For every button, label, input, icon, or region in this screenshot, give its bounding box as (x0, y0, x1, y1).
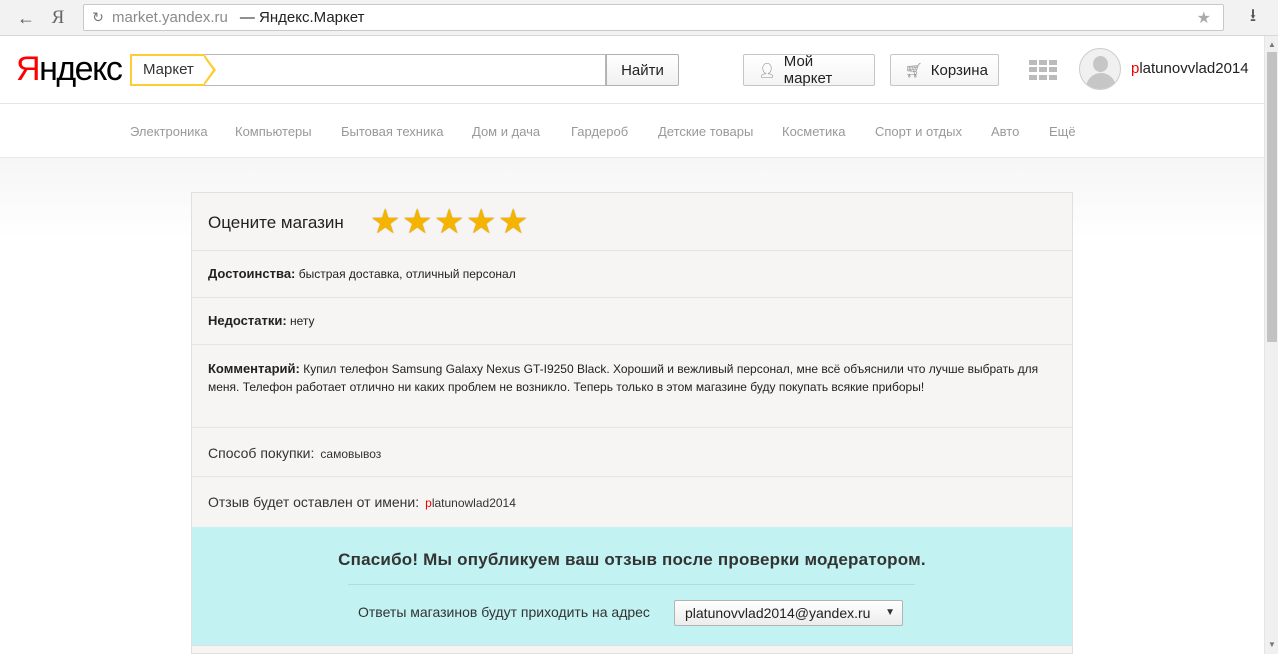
logo-rest: ндекс (39, 50, 123, 88)
pros-row: Достоинства: быстрая доставка, отличный … (192, 251, 1072, 298)
author-row: Отзыв будет оставлен от имени: platunowla… (192, 477, 1072, 527)
purchase-method-row: Способ покупки: самовывоз (192, 428, 1072, 477)
category-link-more[interactable]: Ещё (1049, 124, 1076, 139)
scroll-up-icon[interactable]: ▲ (1268, 40, 1276, 49)
logo-first-letter: Я (16, 50, 41, 88)
user-icon: 👤︎ (758, 61, 776, 78)
search-button[interactable]: Найти (606, 54, 679, 86)
bookmark-star-icon[interactable]: ★ (1197, 8, 1211, 28)
category-link[interactable]: Авто (991, 124, 1019, 139)
browser-toolbar: ← Я ↻ market.yandex.ru — Яндекс.Маркет ★… (0, 0, 1278, 36)
method-value: самовывоз (320, 447, 382, 461)
category-link[interactable]: Бытовая техника (341, 124, 443, 139)
star-icon[interactable]: ★ (466, 205, 498, 239)
cons-value: нету (290, 314, 315, 328)
reply-address-label: Ответы магазинов будут приходить на адре… (358, 604, 650, 620)
address-bar[interactable]: ↻ market.yandex.ru — Яндекс.Маркет ★ (83, 4, 1224, 31)
yandex-home-button[interactable]: Я (46, 6, 70, 30)
reload-icon[interactable]: ↻ (88, 9, 108, 26)
cart-button[interactable]: 🛒︎ Корзина (890, 54, 999, 86)
cart-label: Корзина (930, 61, 988, 79)
star-icon[interactable]: ★ (402, 205, 434, 239)
category-link[interactable]: Компьютеры (235, 124, 312, 139)
category-nav: Электроника Компьютеры Бытовая техника Д… (0, 104, 1264, 158)
star-icon[interactable]: ★ (434, 205, 466, 239)
page-title: — Яндекс.Маркет (239, 9, 365, 26)
scrollbar-thumb[interactable] (1267, 52, 1277, 342)
rating-row: Оцените магазин ★ ★ ★ ★ ★ (192, 193, 1072, 251)
comment-value: Купил телефон Samsung Galaxy Nexus GT-I9… (208, 362, 1039, 394)
thanks-panel: Спасибо! Мы опубликуем ваш отзыв после п… (192, 527, 1072, 645)
thanks-message: Спасибо! Мы опубликуем ваш отзыв после п… (338, 550, 926, 569)
rating-stars[interactable]: ★ ★ ★ ★ ★ (370, 205, 530, 239)
my-market-label: Мой маркет (783, 53, 833, 87)
category-link[interactable]: Детские товары (658, 124, 753, 139)
comment-label: Комментарий: (208, 361, 300, 376)
avatar[interactable] (1079, 48, 1121, 90)
author-name: platunowlad2014 (425, 496, 516, 510)
search-service-tag[interactable]: Маркет (130, 54, 216, 86)
yandex-logo[interactable]: Яндекс (16, 50, 123, 88)
category-link[interactable]: Электроника (130, 124, 208, 139)
pros-label: Достоинства: (208, 266, 296, 281)
method-label: Способ покупки: (208, 445, 315, 461)
search-form: Маркет Найти (130, 54, 679, 86)
scroll-down-icon[interactable]: ▼ (1268, 640, 1276, 649)
category-link[interactable]: Спорт и отдых (875, 124, 962, 139)
star-icon[interactable]: ★ (498, 205, 530, 239)
site-header: Яндекс Маркет Найти 👤︎ Мой маркет 🛒︎ Кор… (0, 36, 1264, 104)
category-link[interactable]: Гардероб (571, 124, 628, 139)
cons-row: Недостатки: нету (192, 298, 1072, 345)
star-icon[interactable]: ★ (370, 205, 402, 239)
rating-title: Оцените магазин (208, 213, 344, 232)
url-host: market.yandex.ru (112, 9, 228, 26)
grid-icon[interactable] (1029, 60, 1057, 80)
my-market-button[interactable]: 👤︎ Мой маркет (743, 53, 875, 87)
divider (348, 584, 915, 585)
dropdown-arrow-icon: ▼ (885, 607, 895, 618)
cart-icon: 🛒︎ (905, 61, 923, 78)
download-icon[interactable]: ⭳ (1241, 5, 1265, 30)
back-arrow-icon[interactable]: ← (14, 6, 38, 30)
card-footer (192, 645, 1072, 653)
author-label: Отзыв будет оставлен от имени: (208, 494, 420, 510)
category-link[interactable]: Косметика (782, 124, 845, 139)
scrollbar[interactable]: ▲ ▼ (1264, 36, 1278, 654)
category-link[interactable]: Дом и дача (472, 124, 540, 139)
review-card: Оцените магазин ★ ★ ★ ★ ★ Достоинства: б… (191, 192, 1073, 654)
cons-label: Недостатки: (208, 313, 287, 328)
email-select[interactable]: platunovvlad2014@yandex.ru ▼ (674, 600, 903, 626)
search-input[interactable] (204, 54, 606, 86)
username[interactable]: platunovvlad2014 (1131, 60, 1249, 77)
pros-value: быстрая доставка, отличный персонал (298, 267, 516, 281)
email-selected-value: platunovvlad2014@yandex.ru (685, 605, 871, 621)
comment-row: Комментарий: Купил телефон Samsung Galax… (192, 345, 1072, 428)
